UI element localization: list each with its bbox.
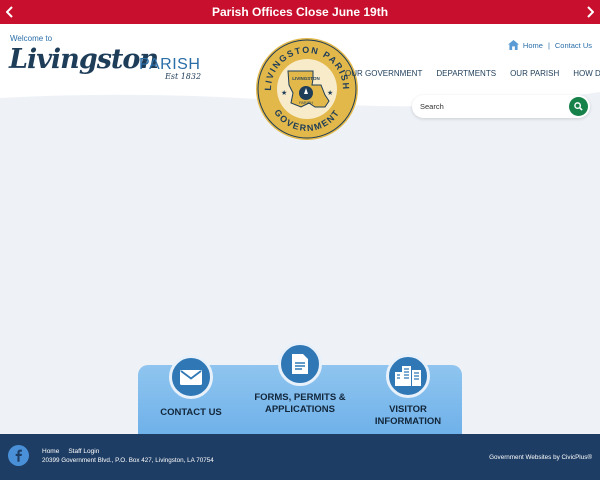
utility-separator: |: [547, 40, 550, 50]
alert-next-arrow[interactable]: [580, 0, 600, 24]
nav-item-how-do-i[interactable]: HOW DO I: [573, 69, 600, 78]
alert-message[interactable]: Parish Offices Close June 19th: [212, 5, 388, 19]
chevron-right-icon: [587, 6, 594, 18]
footer-links: Home Staff Login: [42, 448, 108, 455]
main-nav: OUR GOVERNMENT DEPARTMENTS OUR PARISH HO…: [345, 69, 600, 78]
seal-center-sub: PARISH: [299, 101, 313, 105]
contact-us-link[interactable]: Contact Us: [555, 41, 592, 50]
nav-item-departments[interactable]: DEPARTMENTS: [436, 69, 496, 78]
welcome-text: Welcome to: [10, 34, 53, 43]
alert-prev-arrow[interactable]: [0, 0, 20, 24]
home-icon: [507, 40, 519, 50]
search-button[interactable]: [569, 97, 588, 116]
search-input[interactable]: Search: [420, 102, 444, 111]
search-box[interactable]: Search: [412, 95, 590, 118]
utility-links: Home | Contact Us: [507, 40, 592, 50]
parish-seal[interactable]: LIVINGSTON PARISH GOVERNMENT LIVINGSTON …: [255, 37, 359, 141]
buildings-icon: [395, 366, 421, 386]
alert-bar: Parish Offices Close June 19th: [0, 0, 600, 24]
contact-us-circle: [169, 355, 213, 399]
quick-link-forms[interactable]: FORMS, PERMITS & APPLICATIONS: [250, 342, 350, 416]
forms-circle: [278, 342, 322, 386]
seal-star-left: ★: [281, 89, 287, 97]
quick-link-visitor-information[interactable]: VISITOR INFORMATION: [368, 354, 448, 428]
site-footer: Home Staff Login 20399 Government Blvd.,…: [0, 434, 600, 480]
visitor-label-line1: VISITOR: [389, 404, 427, 415]
seal-star-right: ★: [327, 89, 333, 97]
forms-label-line1: FORMS, PERMITS &: [254, 392, 346, 403]
footer-address: 20399 Government Blvd., P.O. Box 427, Li…: [42, 457, 214, 464]
envelope-icon: [180, 369, 202, 385]
seal-center-text: LIVINGSTON: [292, 76, 319, 81]
civicplus-credit-link[interactable]: Government Websites by CivicPlus®: [489, 454, 592, 461]
forms-label-line2: APPLICATIONS: [264, 404, 336, 415]
document-icon: [292, 354, 308, 374]
quick-link-contact-us[interactable]: CONTACT US: [151, 355, 231, 419]
search-icon: [574, 102, 583, 111]
footer-home-link[interactable]: Home: [42, 448, 59, 455]
contact-us-label: CONTACT US: [160, 407, 222, 418]
facebook-icon[interactable]: [8, 445, 29, 466]
visitor-circle: [386, 354, 430, 398]
nav-item-our-government[interactable]: OUR GOVERNMENT: [345, 69, 422, 78]
footer-staff-login-link[interactable]: Staff Login: [68, 448, 99, 455]
chevron-left-icon: [6, 6, 13, 18]
nav-item-our-parish[interactable]: OUR PARISH: [510, 69, 559, 78]
logo-name[interactable]: Livingston: [9, 44, 159, 75]
home-link[interactable]: Home: [523, 41, 543, 50]
logo-est: Est 1832: [165, 72, 202, 81]
visitor-label-line2: INFORMATION: [374, 416, 442, 427]
